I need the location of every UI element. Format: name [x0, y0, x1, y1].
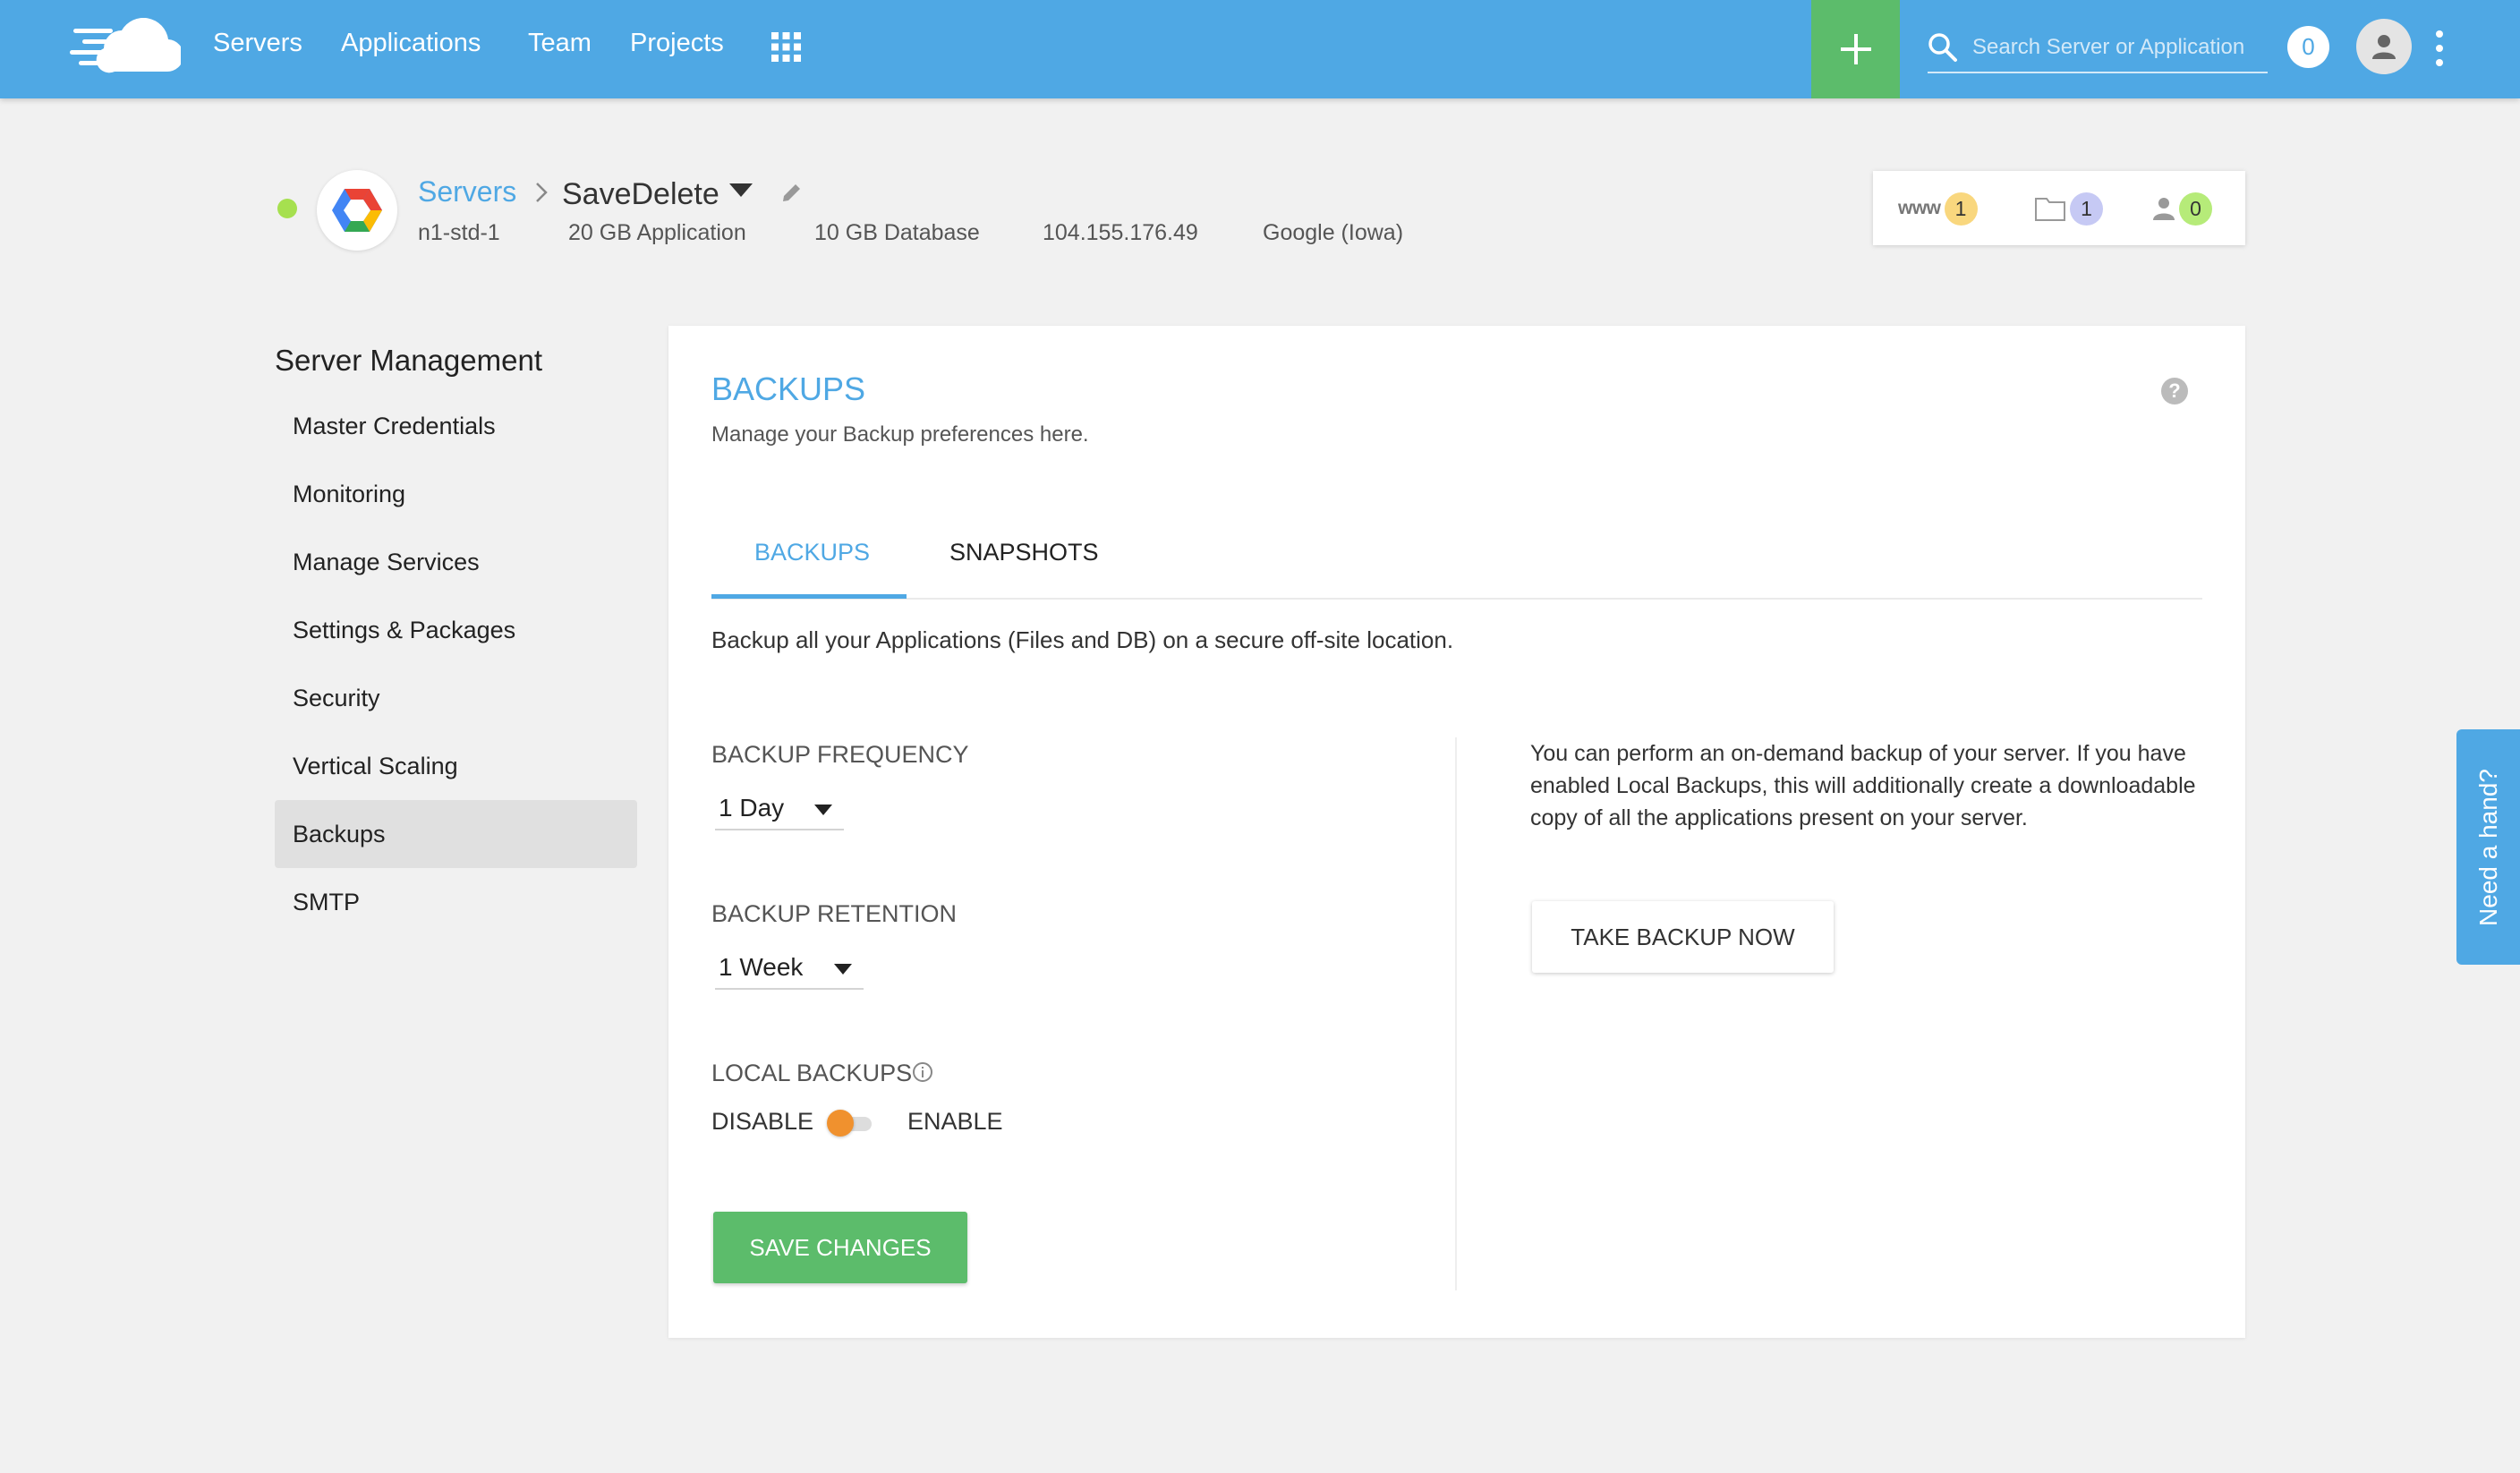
sidebar-item-monitoring[interactable]: Monitoring — [275, 460, 637, 528]
search-input[interactable] — [1972, 32, 2268, 63]
active-tab-indicator — [711, 594, 907, 599]
backups-card: BACKUPS Manage your Backup preferences h… — [668, 326, 2245, 1338]
nav-servers[interactable]: Servers — [213, 29, 302, 58]
dropdown-arrow-icon — [834, 964, 852, 975]
column-divider — [1455, 737, 1457, 1290]
server-size: n1-std-1 — [418, 220, 500, 245]
save-changes-button[interactable]: SAVE CHANGES — [713, 1212, 967, 1283]
user-count[interactable]: 0 — [2152, 189, 2212, 228]
page-title: BACKUPS — [711, 370, 866, 407]
server-location: Google (Iowa) — [1263, 220, 1404, 245]
local-backups-toggle[interactable] — [827, 1108, 875, 1138]
page-subtitle: Manage your Backup preferences here. — [711, 422, 1089, 447]
backup-frequency-value: 1 Day — [719, 794, 785, 822]
backup-frequency-label: BACKUP FREQUENCY — [711, 741, 969, 768]
sidebar-item-vertical-scaling[interactable]: Vertical Scaling — [275, 732, 637, 800]
nav-applications[interactable]: Applications — [341, 29, 481, 58]
search-box — [1928, 27, 2268, 73]
user-icon — [2372, 35, 2396, 59]
local-backups-label: LOCAL BACKUPS — [711, 1060, 933, 1087]
toggle-knob — [827, 1110, 854, 1137]
sidebar-item-settings-packages[interactable]: Settings & Packages — [275, 596, 637, 664]
server-app-storage: 20 GB Application — [568, 220, 746, 245]
www-icon: www — [1898, 198, 1941, 218]
chevron-right-icon — [536, 183, 548, 202]
tabs-divider — [711, 598, 2202, 600]
www-count[interactable]: www 1 — [1898, 189, 1978, 228]
notification-badge[interactable]: 0 — [2287, 26, 2329, 68]
sidebar-item-master-credentials[interactable]: Master Credentials — [275, 392, 637, 460]
backup-retention-label: BACKUP RETENTION — [711, 900, 958, 927]
backups-description: Backup all your Applications (Files and … — [711, 626, 1454, 653]
backup-retention-select[interactable]: 1 Week — [715, 947, 864, 990]
www-count-badge: 1 — [1944, 192, 1978, 226]
nav-team[interactable]: Team — [528, 29, 592, 58]
folder-count[interactable]: 1 — [2034, 189, 2103, 228]
cloudways-logo[interactable] — [70, 17, 184, 75]
server-ip: 104.155.176.49 — [1043, 220, 1198, 245]
sidebar-item-security[interactable]: Security — [275, 664, 637, 732]
take-backup-now-button[interactable]: TAKE BACKUP NOW — [1532, 901, 1834, 973]
user-count-badge: 0 — [2179, 192, 2212, 226]
toggle-disable-label: DISABLE — [711, 1108, 814, 1135]
server-counts-panel: www 1 1 0 — [1873, 171, 2245, 245]
on-demand-backup-description: You can perform an on-demand backup of y… — [1530, 741, 2196, 830]
add-button[interactable] — [1811, 0, 1900, 98]
sidebar-item-manage-services[interactable]: Manage Services — [275, 528, 637, 596]
server-status-dot — [277, 199, 297, 218]
backup-retention-value: 1 Week — [719, 953, 804, 981]
user-avatar[interactable] — [2356, 19, 2412, 74]
apps-grid-icon[interactable] — [771, 32, 801, 62]
info-icon[interactable] — [912, 1061, 933, 1083]
help-icon[interactable]: ? — [2161, 378, 2188, 404]
server-db-storage: 10 GB Database — [814, 220, 980, 245]
backup-frequency-select[interactable]: 1 Day — [715, 788, 844, 830]
server-name: SaveDelete — [562, 177, 719, 211]
folder-count-badge: 1 — [2070, 192, 2103, 226]
need-a-hand-label: Need a hand? — [2473, 768, 2502, 926]
sidebar-item-smtp[interactable]: SMTP — [275, 868, 637, 936]
toggle-enable-label: ENABLE — [907, 1108, 1003, 1135]
user-icon — [2153, 198, 2175, 220]
tab-snapshots[interactable]: SNAPSHOTS — [949, 539, 1099, 566]
dropdown-arrow-icon — [814, 805, 832, 815]
server-dropdown-icon[interactable] — [728, 183, 753, 199]
search-icon — [1928, 33, 1957, 62]
more-menu-icon[interactable] — [2431, 30, 2448, 66]
top-navbar: Servers Applications Team Projects 0 — [0, 0, 2520, 98]
sidebar-item-backups[interactable]: Backups — [275, 800, 637, 868]
tab-backups[interactable]: BACKUPS — [754, 539, 870, 566]
folder-icon — [2035, 198, 2065, 221]
breadcrumb-servers[interactable]: Servers — [418, 175, 516, 209]
edit-pencil-icon[interactable] — [780, 181, 804, 204]
nav-projects[interactable]: Projects — [630, 29, 724, 58]
plus-icon — [1840, 34, 1871, 64]
sidebar-title: Server Management — [275, 344, 542, 377]
need-a-hand-tab[interactable]: Need a hand? — [2456, 729, 2520, 965]
local-backups-label-text: LOCAL BACKUPS — [711, 1060, 913, 1086]
google-cloud-icon — [317, 170, 397, 251]
